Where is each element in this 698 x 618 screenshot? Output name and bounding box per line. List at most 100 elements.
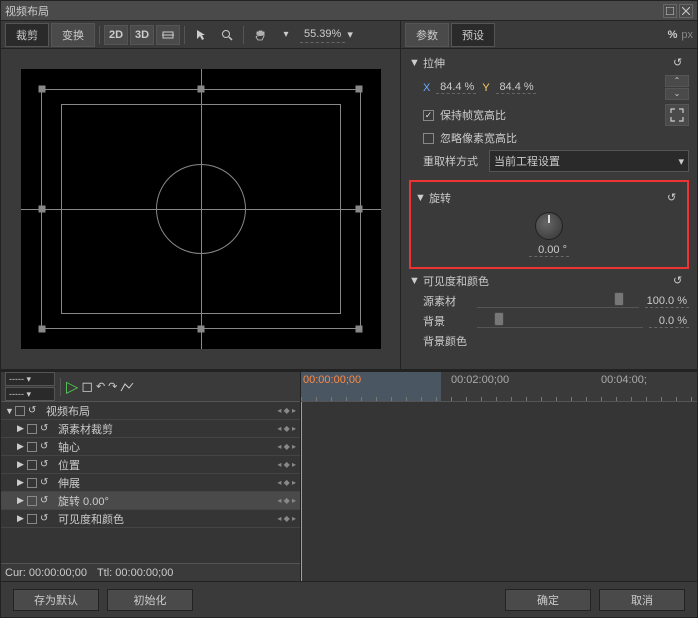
play-button[interactable]: ▷ (66, 377, 78, 397)
hand-tool[interactable] (248, 25, 272, 45)
stretch-x-value[interactable]: 84.4 % (436, 81, 476, 94)
track-reset-icon[interactable]: ↺ (40, 495, 54, 506)
select-tool[interactable] (189, 25, 213, 45)
source-opacity-label: 源素材 (423, 293, 471, 309)
chevron-down-icon[interactable]: ▼ (5, 406, 15, 416)
track-name: 旋转 0.00° (58, 493, 277, 509)
keyframe-nav[interactable]: ◂ ◆ ▸ (277, 442, 296, 451)
keyframe-nav[interactable]: ◂ ◆ ▸ (277, 478, 296, 487)
track-enable-checkbox[interactable] (27, 424, 37, 434)
close-button[interactable] (679, 4, 693, 18)
reset-stretch-icon[interactable]: ↺ (673, 56, 689, 70)
track-enable-checkbox[interactable] (27, 442, 37, 452)
chevron-down-icon[interactable]: ▼ (409, 275, 419, 287)
track-row[interactable]: ▶↺源素材裁剪◂ ◆ ▸ (1, 420, 300, 438)
ignore-pixel-aspect-checkbox[interactable] (423, 133, 434, 144)
track-name: 伸展 (58, 475, 277, 491)
section-visibility-title: 可见度和颜色 (423, 273, 489, 289)
keyframe-nav[interactable]: ◂ ◆ ▸ (277, 514, 296, 523)
timecode-3: 00:04:00; (601, 374, 647, 386)
track-row[interactable]: ▶ ↺ 伸展◂ ◆ ▸ (1, 474, 300, 492)
mode-2d-button[interactable]: 2D (104, 25, 128, 45)
chevron-right-icon[interactable]: ▶ (17, 495, 27, 506)
tab-params[interactable]: 参数 (405, 23, 449, 47)
cancel-button[interactable]: 取消 (599, 589, 685, 611)
track-name: 视频布局 (46, 403, 277, 419)
chevron-down-icon[interactable]: ▼ (409, 57, 419, 69)
keep-aspect-checkbox[interactable] (423, 110, 434, 121)
rotate-value[interactable]: 0.00 ° (529, 244, 569, 257)
track-row[interactable]: ▶ ↺ 旋转 0.00°◂ ◆ ▸ (1, 492, 300, 510)
guide-button[interactable] (156, 25, 180, 45)
zoom-dropdown-icon[interactable]: ▾ (274, 25, 298, 45)
track-row[interactable]: ▶ ↺ 位置◂ ◆ ▸ (1, 456, 300, 474)
window-title: 视频布局 (5, 3, 661, 19)
reset-rotate-icon[interactable]: ↺ (667, 191, 683, 205)
stretch-y-value[interactable]: 84.4 % (496, 81, 536, 94)
bg-opacity-value[interactable]: 0.0 % (649, 315, 689, 328)
track-reset-icon[interactable]: ↺ (28, 405, 42, 416)
zoom-dropdown[interactable]: ▾ (347, 28, 353, 41)
chevron-right-icon[interactable]: ▶ (17, 477, 27, 488)
track-enable-checkbox[interactable] (27, 460, 37, 470)
source-opacity-value[interactable]: 100.0 % (645, 295, 689, 308)
tab-transform[interactable]: 变换 (51, 23, 95, 47)
prev-key-button[interactable]: ↶ (96, 380, 105, 393)
bg-color-label: 背景颜色 (423, 333, 471, 349)
track-row[interactable]: ▼ ↺ 视频布局◂ ◆ ▸ (1, 402, 300, 420)
loop-button[interactable]: ◻ (81, 378, 93, 395)
chevron-right-icon[interactable]: ▶ (17, 441, 27, 452)
fit-screen-button[interactable] (665, 104, 689, 126)
track-list: ▼↺视频布局◂ ◆ ▸▶↺源素材裁剪◂ ◆ ▸▶↺轴心◂ ◆ ▸▶↺位置◂ ◆ … (1, 402, 300, 563)
maximize-button[interactable] (663, 4, 677, 18)
unit-percent[interactable]: % (668, 29, 678, 41)
chevron-right-icon[interactable]: ▶ (17, 513, 27, 524)
keyframe-nav[interactable]: ◂ ◆ ▸ (277, 496, 296, 505)
initialize-button[interactable]: 初始化 (107, 589, 193, 611)
zoom-value[interactable]: 55.39% (300, 26, 345, 43)
timeline-body[interactable] (301, 402, 697, 581)
next-key-button[interactable]: ↷ (108, 380, 117, 393)
chevron-right-icon[interactable]: ▶ (17, 423, 27, 434)
titlebar: 视频布局 (1, 1, 697, 21)
track-enable-checkbox[interactable] (27, 478, 37, 488)
chevron-right-icon[interactable]: ▶ (17, 459, 27, 470)
tab-crop[interactable]: 裁剪 (5, 23, 49, 47)
current-time: Cur: 00:00:00;00 (5, 567, 87, 579)
track-name: 位置 (58, 457, 277, 473)
track-filter-2[interactable]: ----- ▾ (5, 387, 55, 401)
track-row[interactable]: ▶↺轴心◂ ◆ ▸ (1, 438, 300, 456)
timeline-ruler[interactable]: 00:00:00;00 00:02:00;00 00:04:00; (301, 372, 697, 402)
ok-button[interactable]: 确定 (505, 589, 591, 611)
y-label: Y (482, 82, 489, 94)
keyframe-nav[interactable]: ◂ ◆ ▸ (277, 460, 296, 469)
link-down-button[interactable]: ⌄ (665, 88, 689, 100)
track-enable-checkbox[interactable] (27, 496, 37, 506)
bg-opacity-slider[interactable] (477, 314, 643, 328)
source-opacity-slider[interactable] (477, 294, 639, 308)
chevron-down-icon[interactable]: ▼ (415, 192, 425, 204)
keyframe-nav[interactable]: ◂ ◆ ▸ (277, 424, 296, 433)
track-reset-icon[interactable]: ↺ (40, 459, 54, 470)
section-stretch-title: 拉伸 (423, 55, 445, 71)
rotate-dial[interactable] (535, 212, 563, 240)
reset-visibility-icon[interactable]: ↺ (673, 274, 689, 288)
save-default-button[interactable]: 存为默认 (13, 589, 99, 611)
mode-3d-button[interactable]: 3D (130, 25, 154, 45)
track-filter-1[interactable]: ----- ▾ (5, 372, 55, 386)
tab-presets[interactable]: 预设 (451, 23, 495, 47)
graph-button[interactable] (120, 381, 134, 393)
track-enable-checkbox[interactable] (27, 514, 37, 524)
track-row[interactable]: ▶↺可见度和颜色◂ ◆ ▸ (1, 510, 300, 528)
track-reset-icon[interactable]: ↺ (40, 513, 54, 524)
unit-px[interactable]: px (681, 29, 693, 41)
track-reset-icon[interactable]: ↺ (40, 477, 54, 488)
link-up-button[interactable]: ⌃ (665, 75, 689, 87)
track-reset-icon[interactable]: ↺ (40, 441, 54, 452)
preview-canvas[interactable] (1, 49, 400, 369)
track-reset-icon[interactable]: ↺ (40, 423, 54, 434)
keyframe-nav[interactable]: ◂ ◆ ▸ (277, 406, 296, 415)
track-enable-checkbox[interactable] (15, 406, 25, 416)
resample-dropdown[interactable]: 当前工程设置 (489, 150, 689, 172)
zoom-tool[interactable] (215, 25, 239, 45)
